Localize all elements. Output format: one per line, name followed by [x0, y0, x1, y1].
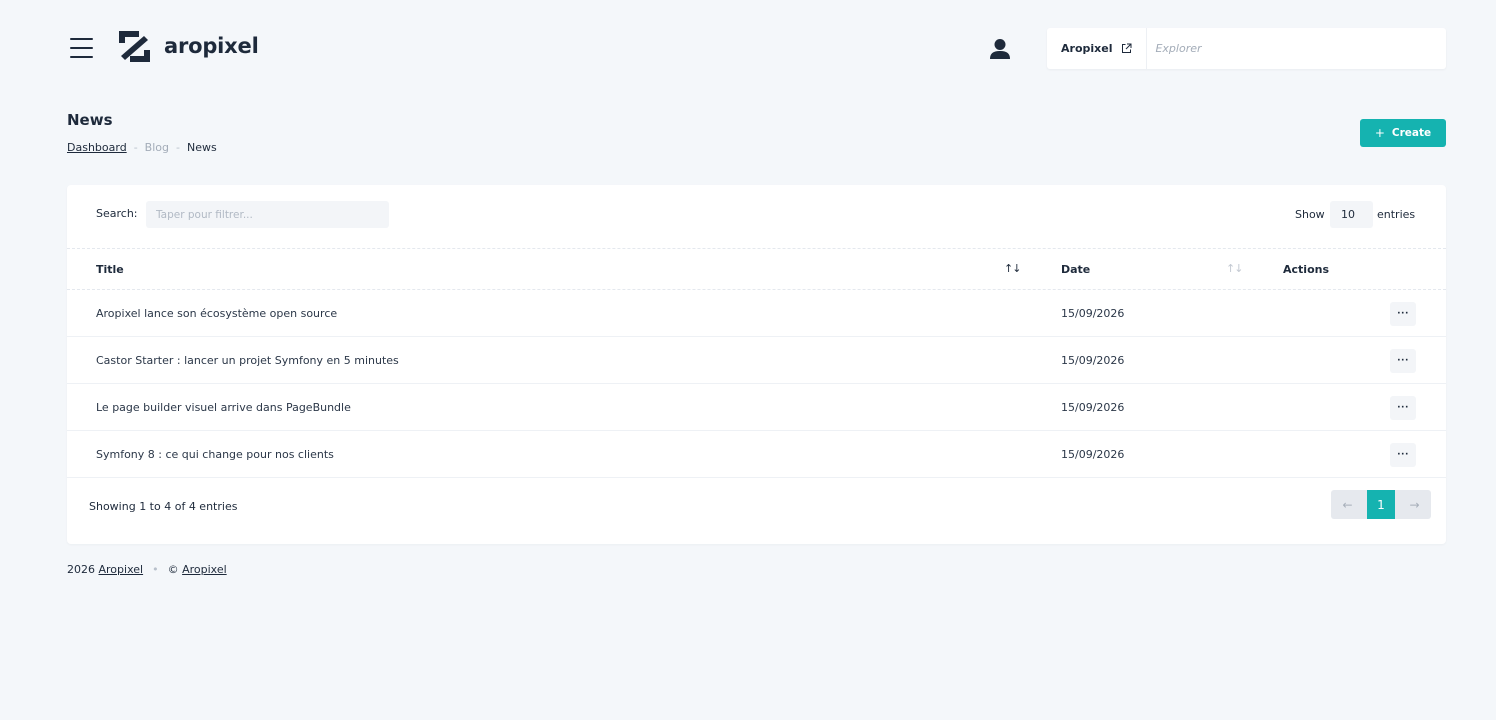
page-title: News [67, 111, 113, 129]
plus-icon: + [1374, 126, 1385, 140]
global-search-box: Aropixel [1047, 28, 1446, 69]
pagination: ← 1 → [1331, 490, 1431, 519]
menu-icon[interactable] [70, 38, 93, 60]
table-row: Le page builder visuel arrive dans PageB… [67, 384, 1446, 431]
table-row: Castor Starter : lancer un projet Symfon… [67, 337, 1446, 384]
footer-link-aropixel-copyright[interactable]: Aropixel [182, 563, 227, 576]
top-bar: aropixel Aropixel [0, 0, 1496, 95]
next-page-button[interactable]: → [1398, 490, 1431, 519]
sort-asc-icon[interactable]: ↑↓ [1004, 262, 1021, 275]
row-date: 15/09/2026 [1061, 448, 1125, 461]
row-actions-button[interactable]: ··· [1390, 396, 1416, 420]
brand-logo[interactable]: aropixel [117, 29, 259, 64]
column-header-date[interactable]: Date [1061, 263, 1090, 276]
table-search-input[interactable] [146, 201, 389, 228]
breadcrumb-separator: - [133, 141, 138, 154]
breadcrumb-separator: - [176, 141, 180, 154]
breadcrumb-blog[interactable]: Blog [145, 141, 169, 154]
row-actions-button[interactable]: ··· [1390, 443, 1416, 467]
row-title[interactable]: Aropixel lance son écosystème open sourc… [96, 307, 337, 320]
footer-copyright: © [167, 563, 179, 576]
breadcrumb: Dashboard - Blog - News [67, 141, 217, 154]
sort-icon[interactable]: ↑↓ [1226, 262, 1243, 275]
create-button[interactable]: + Create [1360, 119, 1446, 147]
entries-label: entries [1377, 208, 1416, 221]
table-toolbar: Search: Show 10 entries [67, 185, 1446, 249]
row-actions-button[interactable]: ··· [1390, 349, 1416, 373]
page-button-current[interactable]: 1 [1367, 490, 1395, 519]
row-date: 15/09/2026 [1061, 354, 1125, 367]
breadcrumb-dashboard[interactable]: Dashboard [67, 141, 127, 154]
row-date: 15/09/2026 [1061, 401, 1125, 414]
previous-page-button[interactable]: ← [1331, 490, 1364, 519]
footer-link-aropixel[interactable]: Aropixel [99, 563, 144, 576]
showing-entries-text: Showing 1 to 4 of 4 entries [89, 500, 238, 513]
row-title[interactable]: Castor Starter : lancer un projet Symfon… [96, 354, 399, 367]
table-header: Title ↑↓ Date ↑↓ Actions [67, 249, 1446, 290]
site-link-label: Aropixel [1061, 42, 1113, 55]
table-footer: Showing 1 to 4 of 4 entries ← 1 → [67, 478, 1446, 544]
aropixel-logo-icon [119, 31, 150, 62]
row-title[interactable]: Symfony 8 : ce qui change pour nos clien… [96, 448, 334, 461]
create-button-label: Create [1391, 127, 1432, 139]
row-title[interactable]: Le page builder visuel arrive dans PageB… [96, 401, 351, 414]
row-date: 15/09/2026 [1061, 307, 1125, 320]
external-link-icon [1122, 43, 1132, 53]
view-site-link[interactable]: Aropixel [1047, 28, 1148, 69]
footer-year: 2026 [67, 563, 95, 576]
page-footer: 2026 Aropixel • © Aropixel [67, 563, 227, 576]
brand-name: aropixel [164, 34, 259, 58]
page-size-select[interactable]: 10 [1330, 201, 1373, 228]
column-header-actions: Actions [1283, 263, 1329, 276]
show-label: Show [1295, 208, 1325, 221]
breadcrumb-current: News [186, 141, 217, 154]
column-header-title[interactable]: Title [96, 263, 124, 276]
explorer-search-input[interactable] [1147, 42, 1446, 55]
search-label: Search: [96, 207, 138, 220]
footer-separator: • [152, 563, 159, 576]
user-icon[interactable] [988, 38, 1012, 60]
row-actions-button[interactable]: ··· [1390, 302, 1416, 326]
table-row: Aropixel lance son écosystème open sourc… [67, 290, 1446, 337]
table-row: Symfony 8 : ce qui change pour nos clien… [67, 431, 1446, 478]
news-table-card: Search: Show 10 entries Title ↑↓ Date ↑↓… [67, 185, 1446, 544]
